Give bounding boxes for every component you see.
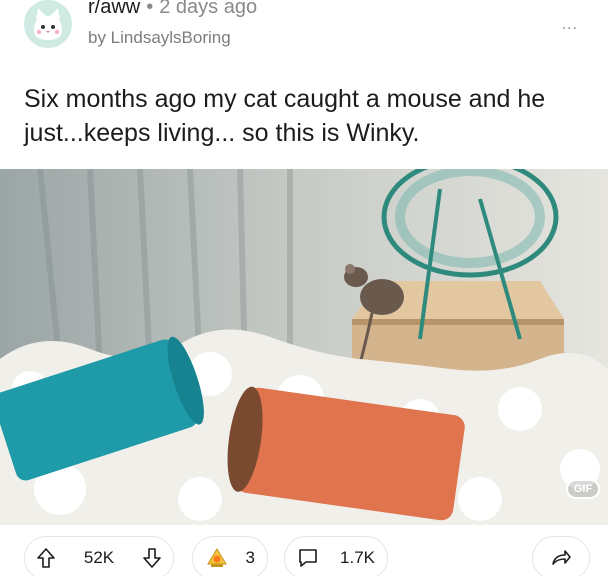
separator-dot: • [146, 0, 154, 18]
post-time: 2 days ago [159, 0, 258, 18]
post-media[interactable]: GIF [0, 169, 608, 525]
award-count: 3 [245, 548, 255, 567]
arrow-up-icon[interactable] [35, 547, 57, 569]
share-button[interactable] [532, 536, 590, 576]
subreddit-line: r/aww • 2 days ago [88, 0, 257, 19]
award-button[interactable]: 3 [192, 536, 268, 576]
post-header: r/aww • 2 days ago by LindsaylsBoring ... [0, 0, 608, 66]
cat-face-icon [24, 0, 72, 48]
comments-button[interactable]: 1.7K [284, 536, 388, 576]
author-line[interactable]: by LindsaylsBoring [88, 28, 231, 48]
comment-count: 1.7K [340, 548, 375, 567]
post-title[interactable]: Six months ago my cat caught a mouse and… [24, 82, 589, 150]
subreddit-name[interactable]: r/aww [88, 0, 140, 18]
gif-badge: GIF [566, 479, 600, 499]
arrow-down-icon[interactable] [141, 547, 163, 569]
more-options-button[interactable]: ... [562, 16, 578, 34]
vote-count: 52K [83, 548, 115, 567]
subreddit-avatar[interactable] [24, 0, 72, 48]
mouse-cage-image [0, 169, 608, 525]
vote-pill: 52K [24, 536, 174, 576]
comment-bubble-icon [297, 547, 319, 569]
action-bar: 52K 3 1.7K [0, 528, 608, 576]
share-arrow-icon [549, 546, 573, 570]
award-icon [205, 546, 229, 570]
